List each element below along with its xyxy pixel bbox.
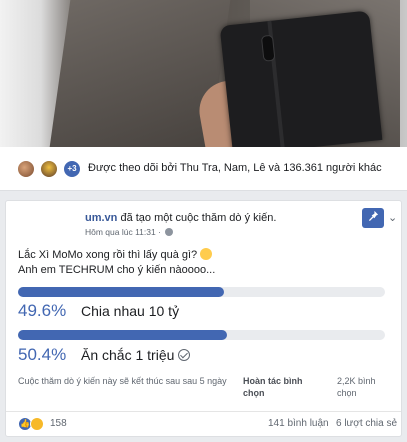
poll-option-percent: 50.4%	[18, 345, 67, 364]
thinking-emoji-icon	[200, 248, 213, 260]
undo-vote-link[interactable]: Hoàn tác bình chọn	[243, 375, 323, 399]
post-timestamp-row: Hôm qua lúc 11:31 ·	[85, 227, 174, 237]
page-avatar[interactable]	[14, 210, 50, 242]
followers-bar: +3 Được theo dõi bởi Thu Tra, Nam, Lê và…	[0, 147, 407, 191]
share-count[interactable]: 6 lượt chia sẻ	[336, 418, 397, 429]
globe-icon	[165, 228, 174, 236]
post-timestamp[interactable]: Hôm qua lúc 11:31 ·	[85, 227, 161, 237]
poll-ends-text: Cuộc thăm dò ý kiến này sẽ kết thúc sau …	[18, 376, 227, 386]
poll-post: um.vn đã tạo một cuộc thăm dò ý kiến. Hô…	[5, 200, 402, 437]
pin-icon[interactable]	[362, 208, 384, 228]
post-stats-bar: 👍 158 141 bình luận 6 lượt chia sẻ	[6, 411, 401, 436]
poll-bar-fill	[18, 330, 227, 340]
question-line-2: Anh em TECHRUM cho ý kiến nàoooo...	[18, 264, 216, 276]
cover-photo	[0, 0, 407, 147]
followers-text[interactable]: Được theo dõi bởi Thu Tra, Nam, Lê và 13…	[88, 162, 382, 174]
comment-count[interactable]: 141 bình luận	[268, 418, 329, 429]
vote-count[interactable]: 2,2K bình chọn	[337, 375, 397, 399]
poll-option-percent: 49.6%	[18, 301, 67, 320]
follower-avatar[interactable]	[39, 159, 59, 179]
post-text: Lắc Xì MoMo xong rồi thì lấy quà gì? Anh…	[18, 248, 215, 278]
poll-bar-fill	[18, 287, 224, 297]
haha-reaction-icon[interactable]	[30, 417, 44, 431]
author-link[interactable]: um.vn	[85, 212, 117, 224]
question-line-1: Lắc Xì MoMo xong rồi thì lấy quà gì?	[18, 248, 215, 263]
chevron-down-icon[interactable]: ⌄	[388, 211, 397, 224]
post-header: um.vn đã tạo một cuộc thăm dò ý kiến.	[85, 212, 276, 224]
follower-avatar[interactable]	[16, 159, 36, 179]
poll-option-label-selected[interactable]: Ăn chắc 1 triệu	[81, 347, 191, 363]
selected-option-text: Ăn chắc 1 triệu	[81, 347, 175, 363]
reaction-count[interactable]: 158	[50, 418, 67, 429]
poll-bar-track	[18, 330, 385, 340]
check-circle-icon	[178, 349, 191, 361]
post-action: đã tạo một cuộc thăm dò ý kiến.	[117, 212, 277, 224]
cover-phone	[219, 10, 383, 147]
phone-camera	[260, 34, 276, 62]
poll-bar-track	[18, 287, 385, 297]
poll-option-label[interactable]: Chia nhau 10 tỷ	[81, 303, 179, 319]
more-followers-badge[interactable]: +3	[62, 159, 82, 179]
